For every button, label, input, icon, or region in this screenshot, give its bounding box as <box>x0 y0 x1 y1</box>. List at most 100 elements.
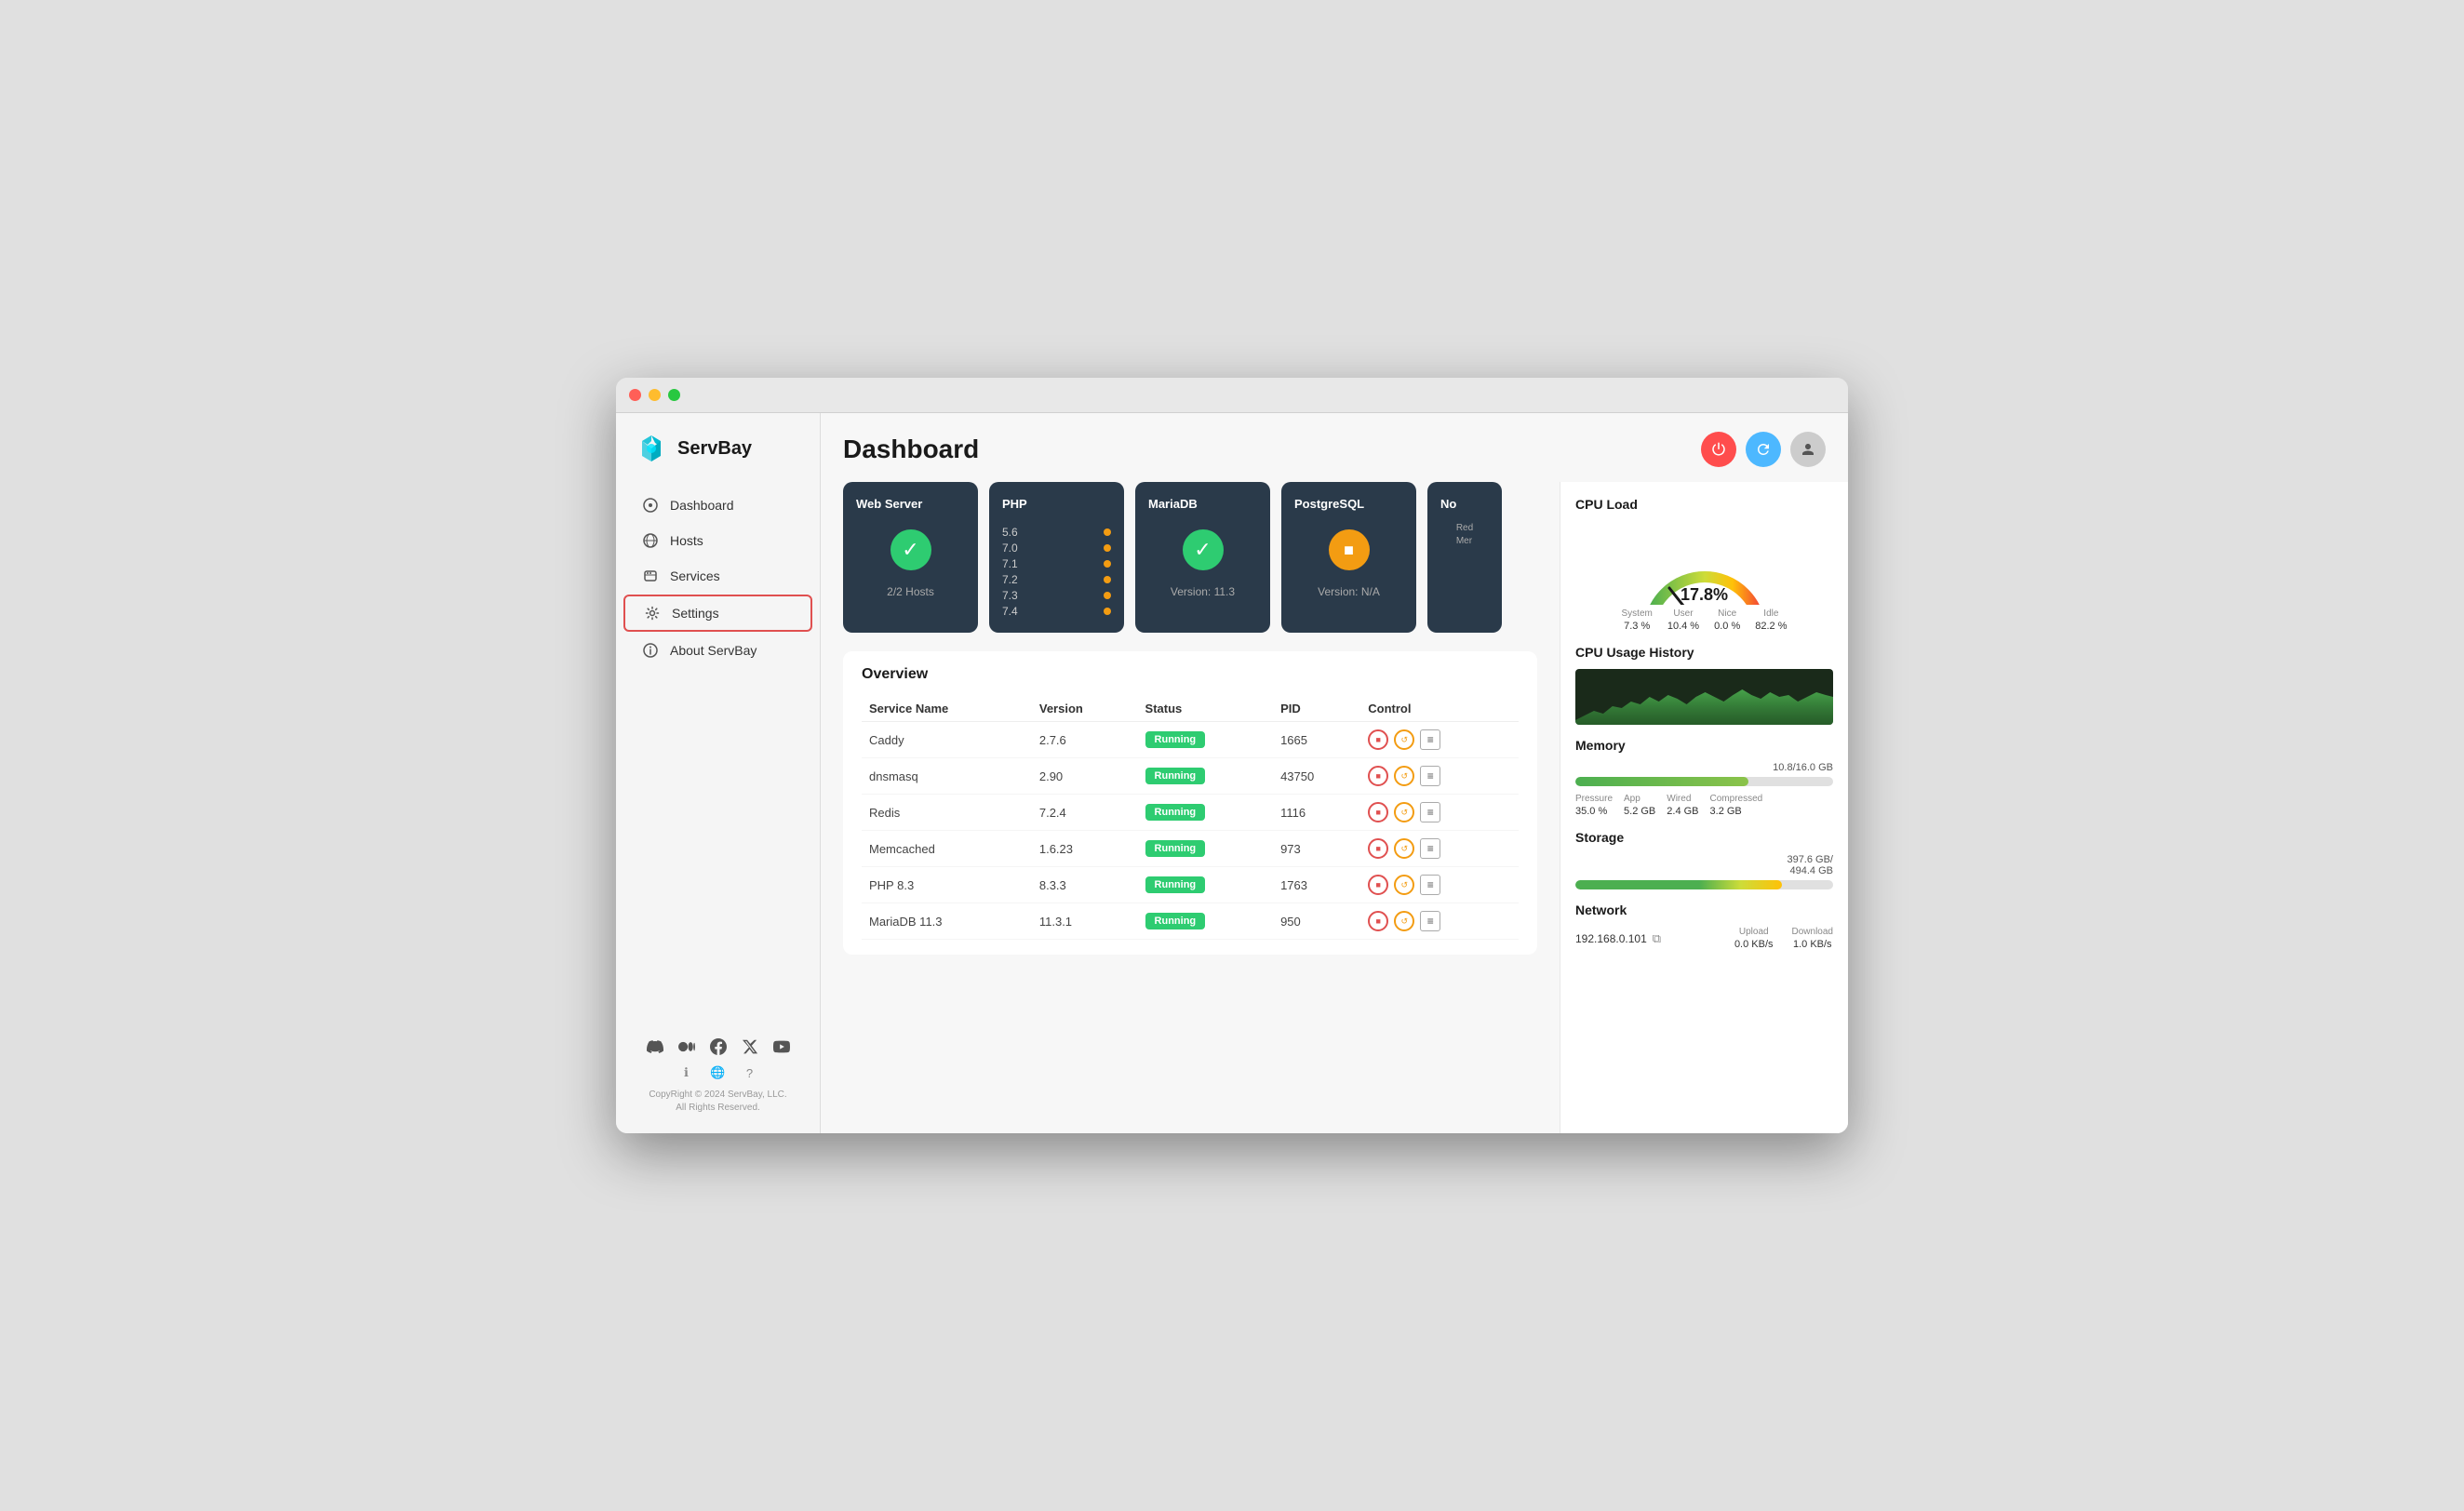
control-buttons: ■ ↺ ≡ <box>1368 766 1511 786</box>
php-dot <box>1104 576 1111 583</box>
mem-pressure-value: 35.0 % <box>1575 806 1613 817</box>
content-left: Web Server ✓ 2/2 Hosts PHP 5.6 7.0 7.1 7 <box>821 482 1560 1133</box>
close-button[interactable] <box>629 389 641 401</box>
main-content: Dashboard <box>821 413 1848 1133</box>
upload-value: 0.0 KB/s <box>1734 939 1774 950</box>
refresh-button[interactable] <box>1746 432 1781 467</box>
sidebar-item-dashboard[interactable]: Dashboard <box>623 488 812 522</box>
cell-control: ■ ↺ ≡ <box>1360 758 1519 795</box>
maximize-button[interactable] <box>668 389 680 401</box>
php-version-row: 7.1 <box>1002 557 1111 570</box>
right-panel: CPU Load <box>1560 482 1848 1133</box>
cpu-history-title: CPU Usage History <box>1575 645 1833 660</box>
cpu-load-title: CPU Load <box>1575 497 1833 512</box>
discord-icon[interactable] <box>645 1036 665 1057</box>
mem-app-value: 5.2 GB <box>1624 806 1655 817</box>
status-badge: Running <box>1145 804 1206 821</box>
stop-button[interactable]: ■ <box>1368 875 1388 895</box>
col-service-name: Service Name <box>862 696 1032 722</box>
download-label: Download <box>1792 927 1833 937</box>
memory-bar-row: 10.8/16.0 GB <box>1575 762 1833 773</box>
cell-version: 8.3.3 <box>1032 867 1138 903</box>
col-control: Control <box>1360 696 1519 722</box>
sidebar-item-services[interactable]: Services <box>623 559 812 593</box>
facebook-icon[interactable] <box>708 1036 729 1057</box>
log-button[interactable]: ≡ <box>1420 838 1440 859</box>
sidebar-item-about[interactable]: About ServBay <box>623 634 812 667</box>
cpu-stat-system: System 7.3 % <box>1622 608 1653 632</box>
about-icon <box>642 642 659 659</box>
mariadb-subtitle: Version: 11.3 <box>1171 585 1235 598</box>
overview-title: Overview <box>862 666 1519 683</box>
youtube-icon[interactable] <box>771 1036 792 1057</box>
storage-title: Storage <box>1575 830 1833 845</box>
power-button[interactable] <box>1701 432 1736 467</box>
sidebar-item-hosts[interactable]: Hosts <box>623 524 812 557</box>
cell-service-name: Redis <box>862 795 1032 831</box>
col-version: Version <box>1032 696 1138 722</box>
memory-section: Memory 10.8/16.0 GB Pressure <box>1575 738 1833 817</box>
log-button[interactable]: ≡ <box>1420 766 1440 786</box>
overview-table: Service Name Version Status PID Control … <box>862 696 1519 940</box>
stop-button[interactable]: ■ <box>1368 911 1388 931</box>
table-row: PHP 8.3 8.3.3 Running 1763 ■ ↺ ≡ <box>862 867 1519 903</box>
mem-wired-value: 2.4 GB <box>1667 806 1698 817</box>
social-icons <box>631 1036 805 1057</box>
mariadb-status-icon: ✓ <box>1183 529 1224 570</box>
x-icon[interactable] <box>740 1036 760 1057</box>
medium-icon[interactable] <box>676 1036 697 1057</box>
globe-link-icon[interactable]: 🌐 <box>710 1064 727 1081</box>
control-buttons: ■ ↺ ≡ <box>1368 875 1511 895</box>
cell-status: Running <box>1138 758 1274 795</box>
stop-button[interactable]: ■ <box>1368 729 1388 750</box>
help-link-icon[interactable]: ? <box>742 1064 758 1081</box>
info-link-icon[interactable]: ℹ <box>678 1064 695 1081</box>
stop-button[interactable]: ■ <box>1368 766 1388 786</box>
php-version-row: 5.6 <box>1002 526 1111 539</box>
log-button[interactable]: ≡ <box>1420 802 1440 822</box>
memory-stats: Pressure 35.0 % App 5.2 GB Wired 2.4 GB <box>1575 794 1833 817</box>
app-body: ServBay Dashboard <box>616 413 1848 1133</box>
cpu-stat-idle-value: 82.2 % <box>1755 621 1787 632</box>
hosts-icon <box>642 532 659 549</box>
cpu-stat-nice-label: Nice <box>1718 608 1736 619</box>
cpu-stat-nice-value: 0.0 % <box>1714 621 1740 632</box>
webserver-status-icon: ✓ <box>891 529 931 570</box>
cell-service-name: Memcached <box>862 831 1032 867</box>
cell-pid: 43750 <box>1273 758 1360 795</box>
log-button[interactable]: ≡ <box>1420 911 1440 931</box>
cell-version: 7.2.4 <box>1032 795 1138 831</box>
mem-stat-pressure: Pressure 35.0 % <box>1575 794 1613 817</box>
log-button[interactable]: ≡ <box>1420 875 1440 895</box>
main-header: Dashboard <box>821 413 1848 482</box>
restart-button[interactable]: ↺ <box>1394 729 1414 750</box>
stop-button[interactable]: ■ <box>1368 802 1388 822</box>
user-button[interactable] <box>1790 432 1826 467</box>
table-row: MariaDB 11.3 11.3.1 Running 950 ■ ↺ ≡ <box>862 903 1519 940</box>
restart-button[interactable]: ↺ <box>1394 875 1414 895</box>
log-button[interactable]: ≡ <box>1420 729 1440 750</box>
copy-icon[interactable]: ⧉ <box>1653 931 1661 946</box>
mem-stat-compressed: Compressed 3.2 GB <box>1710 794 1763 817</box>
table-row: Caddy 2.7.6 Running 1665 ■ ↺ ≡ <box>862 722 1519 758</box>
stop-button[interactable]: ■ <box>1368 838 1388 859</box>
restart-button[interactable]: ↺ <box>1394 766 1414 786</box>
card-webserver-title: Web Server <box>856 497 922 511</box>
php-version-row: 7.0 <box>1002 542 1111 555</box>
restart-button[interactable]: ↺ <box>1394 802 1414 822</box>
memory-title: Memory <box>1575 738 1833 753</box>
memory-bar-container: 10.8/16.0 GB <box>1575 762 1833 786</box>
cell-status: Running <box>1138 903 1274 940</box>
minimize-button[interactable] <box>649 389 661 401</box>
cell-service-name: MariaDB 11.3 <box>862 903 1032 940</box>
sidebar-item-settings[interactable]: Settings <box>623 595 812 632</box>
restart-button[interactable]: ↺ <box>1394 911 1414 931</box>
cpu-gauge-container: 17.8% System 7.3 % User 10.4 % <box>1575 521 1833 632</box>
sidebar: ServBay Dashboard <box>616 413 821 1133</box>
cell-service-name: Caddy <box>862 722 1032 758</box>
restart-button[interactable]: ↺ <box>1394 838 1414 859</box>
card-mariadb: MariaDB ✓ Version: 11.3 <box>1135 482 1270 633</box>
php-dot <box>1104 544 1111 552</box>
cell-status: Running <box>1138 831 1274 867</box>
dashboard-icon <box>642 497 659 514</box>
